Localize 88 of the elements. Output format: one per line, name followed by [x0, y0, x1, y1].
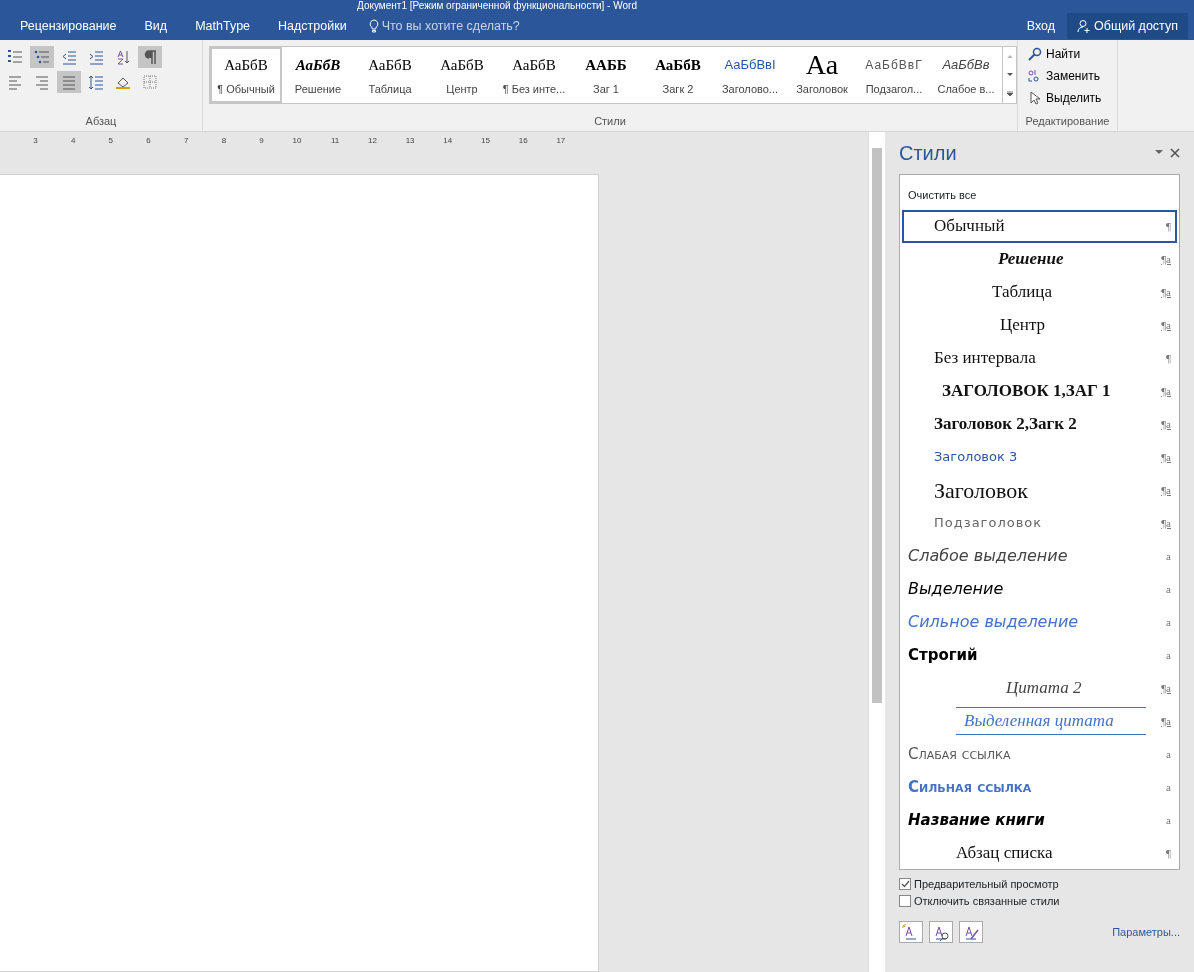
justify-icon: [61, 74, 77, 90]
share-button[interactable]: Общий доступ: [1067, 13, 1188, 39]
style-list-item[interactable]: Слабая ссылка a: [902, 737, 1177, 771]
style-type-icon: a: [1153, 745, 1171, 763]
cursor-icon: [1028, 91, 1042, 105]
align-left-icon: [7, 74, 23, 90]
editing-button[interactable]: Заменить: [1024, 65, 1117, 87]
style-type-icon: a: [1153, 646, 1171, 664]
style-list-item[interactable]: Решение ¶a: [902, 242, 1177, 276]
editing-button[interactable]: Найти: [1024, 43, 1117, 65]
style-gallery-item[interactable]: АаБбВ ¶ Обычный: [210, 47, 282, 103]
style-type-icon: ¶a: [1153, 316, 1171, 334]
scrollbar-thumb[interactable]: [872, 148, 882, 703]
borders-icon: [142, 74, 158, 90]
style-type-icon: ¶a: [1153, 481, 1171, 499]
style-list-item[interactable]: Без интервала ¶: [902, 341, 1177, 375]
lightbulb-icon: [368, 19, 379, 33]
group-label: Абзац: [84, 113, 118, 129]
ribbon-tab[interactable]: Рецензирование: [6, 12, 131, 40]
style-list-item[interactable]: Заголовок 3 ¶a: [902, 440, 1177, 474]
style-list-item[interactable]: Заголовок ¶a: [902, 473, 1177, 507]
style-type-icon: ¶: [1153, 844, 1171, 862]
line-spacing-icon: [88, 74, 104, 90]
pilcrow-icon: [143, 49, 157, 65]
dropdown-icon[interactable]: [1154, 148, 1164, 156]
sort-icon: [115, 49, 131, 65]
close-icon[interactable]: [1170, 148, 1180, 158]
style-list-item[interactable]: Сильная ссылка a: [902, 770, 1177, 804]
style-type-icon: ¶a: [1153, 250, 1171, 268]
style-type-icon: ¶a: [1153, 514, 1171, 532]
style-type-icon: ¶a: [1153, 679, 1171, 697]
tell-me-field[interactable]: Что вы хотите сделать?: [360, 12, 528, 40]
more-styles-icon[interactable]: [1005, 90, 1014, 97]
style-type-icon: ¶a: [1153, 283, 1171, 301]
manage-styles-button[interactable]: [959, 921, 983, 943]
style-list-item[interactable]: Обычный ¶: [902, 209, 1177, 243]
group-label: Стили: [593, 113, 627, 129]
ribbon-tab[interactable]: Надстройки: [264, 12, 361, 40]
options-link[interactable]: Параметры...: [1112, 923, 1180, 941]
align-right-icon: [34, 74, 50, 90]
style-list-item[interactable]: Строгий a: [902, 638, 1177, 672]
decrease-indent-icon: [61, 49, 77, 65]
style-list-item[interactable]: Таблица ¶a: [902, 275, 1177, 309]
style-inspector-button[interactable]: [929, 921, 953, 943]
multilevel-list-icon: [34, 49, 50, 65]
ribbon-tab[interactable]: Вид: [130, 12, 182, 40]
style-list-item[interactable]: Название книги a: [902, 803, 1177, 837]
checkbox[interactable]: [899, 894, 911, 907]
style-list-item[interactable]: ЗАГОЛОВОК 1,ЗАГ 1 ¶a: [902, 374, 1177, 408]
ribbon-tab[interactable]: MathType: [181, 12, 265, 40]
style-type-icon: a: [1153, 613, 1171, 631]
search-icon: [1028, 47, 1042, 61]
multilevel-list-button[interactable]: [30, 46, 54, 68]
style-list-item[interactable]: Абзац списка ¶: [902, 836, 1177, 870]
style-type-icon: a: [1153, 580, 1171, 598]
style-type-icon: ¶: [1153, 349, 1171, 367]
numbered-list-icon: [7, 49, 23, 65]
style-list-item[interactable]: Заголовок 2,Загк 2 ¶a: [902, 407, 1177, 441]
group-label: Редактирование: [1024, 113, 1111, 129]
replace-icon: [1028, 69, 1042, 83]
increase-indent-icon: [88, 49, 104, 65]
show-marks-button[interactable]: [138, 46, 162, 68]
style-list-item[interactable]: Слабое выделение a: [902, 539, 1177, 573]
style-type-icon: a: [1153, 547, 1171, 565]
style-type-icon: a: [1153, 778, 1171, 796]
style-type-icon: ¶a: [1153, 448, 1171, 466]
style-type-icon: ¶a: [1153, 415, 1171, 433]
style-list-item[interactable]: Центр ¶a: [902, 308, 1177, 342]
checkbox[interactable]: [899, 878, 911, 891]
style-list-item[interactable]: Выделение a: [902, 572, 1177, 606]
style-type-icon: ¶: [1153, 217, 1171, 235]
pane-title: Стили: [899, 141, 957, 166]
editing-button[interactable]: Выделить: [1024, 87, 1117, 109]
new-style-button[interactable]: [899, 921, 923, 943]
style-type-icon: ¶a: [1153, 712, 1171, 730]
sign-in-link[interactable]: Вход: [1020, 15, 1061, 37]
style-type-icon: a: [1153, 811, 1171, 829]
checkbox-option[interactable]: Отключить связанные стили: [899, 892, 1180, 909]
checkbox-option[interactable]: Предварительный просмотр: [899, 876, 1180, 893]
window-title: Документ1 [Режим ограниченной функциональности] - Word: [357, 0, 637, 12]
scroll-down-icon[interactable]: [1005, 72, 1014, 78]
style-list-item[interactable]: Цитата 2 ¶a: [902, 671, 1177, 705]
style-list-item[interactable]: Сильное выделение a: [902, 605, 1177, 639]
person-add-icon: [1077, 19, 1091, 33]
style-list-item[interactable]: Подзаголовок ¶a: [902, 506, 1177, 540]
style-list-item[interactable]: Выделенная цитата ¶a: [902, 704, 1177, 738]
style-type-icon: ¶a: [1153, 382, 1171, 400]
clear-all-item[interactable]: Очистить все: [902, 181, 1177, 210]
